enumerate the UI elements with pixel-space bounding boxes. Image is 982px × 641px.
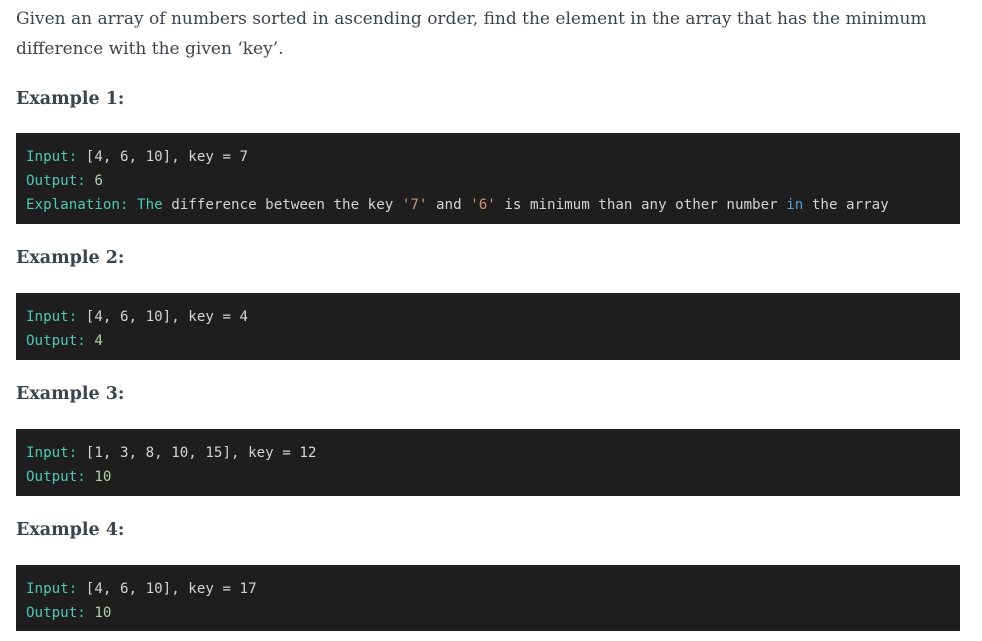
example-1-input-line: Input: [4, 6, 10], key = 7	[26, 145, 950, 169]
example-2-input-line: Input: [4, 6, 10], key = 4	[26, 305, 950, 329]
output-label: Output:	[26, 173, 86, 189]
output-value: 6	[85, 173, 103, 189]
example-4-input-line: Input: [4, 6, 10], key = 17	[26, 577, 950, 601]
example-4-heading: Example 4:	[16, 520, 125, 540]
problem-content: Given an array of numbers sorted in asce…	[16, 0, 960, 631]
input-value: [1, 3, 8, 10, 15], key = 12	[77, 445, 317, 461]
explanation-quote-value: '6'	[470, 197, 496, 213]
example-3-code-block: Input: [1, 3, 8, 10, 15], key = 12 Output…	[16, 429, 960, 496]
example-1-code-block: Input: [4, 6, 10], key = 7 Output: 6 Expla…	[16, 133, 960, 224]
output-value: 4	[85, 333, 103, 349]
explanation-quote-key: '7'	[401, 197, 428, 213]
example-3-input-line: Input: [1, 3, 8, 10, 15], key = 12	[26, 441, 950, 465]
example-2-heading: Example 2:	[16, 248, 125, 268]
explanation-text-3: the array	[803, 197, 889, 213]
input-label: Input:	[26, 309, 78, 325]
example-4-code-block: Input: [4, 6, 10], key = 17 Output: 10	[16, 565, 960, 631]
description-line-2: difference with the given ‘key’.	[16, 39, 284, 59]
example-1-explanation-line: Explanation: The difference between the …	[26, 193, 950, 217]
output-value: 10	[85, 605, 112, 621]
input-value: [4, 6, 10], key = 7	[77, 149, 249, 165]
output-label: Output:	[26, 469, 86, 485]
input-value: [4, 6, 10], key = 4	[77, 309, 249, 325]
explanation-the: The	[137, 197, 163, 213]
output-label: Output:	[26, 333, 86, 349]
input-label: Input:	[26, 445, 78, 461]
input-value: [4, 6, 10], key = 17	[77, 581, 257, 597]
example-4-output-line: Output: 10	[26, 601, 950, 625]
explanation-text-1: difference between the key	[162, 197, 402, 213]
explanation-in-keyword: in	[786, 197, 804, 213]
example-1-output-line: Output: 6	[26, 169, 950, 193]
example-2-code-block: Input: [4, 6, 10], key = 4 Output: 4	[16, 293, 960, 360]
description-line-1: Given an array of numbers sorted in asce…	[16, 9, 927, 29]
problem-description: Given an array of numbers sorted in asce…	[16, 4, 960, 64]
output-label: Output:	[26, 605, 86, 621]
example-2-output-line: Output: 4	[26, 329, 950, 353]
input-label: Input:	[26, 149, 78, 165]
explanation-label: Explanation:	[26, 197, 129, 213]
output-value: 10	[85, 469, 112, 485]
input-label: Input:	[26, 581, 78, 597]
example-1-heading: Example 1:	[16, 89, 125, 109]
example-3-heading: Example 3:	[16, 384, 125, 404]
explanation-and: and	[427, 197, 471, 213]
example-3-output-line: Output: 10	[26, 465, 950, 489]
explanation-text-2: is minimum than any other number	[495, 197, 787, 213]
